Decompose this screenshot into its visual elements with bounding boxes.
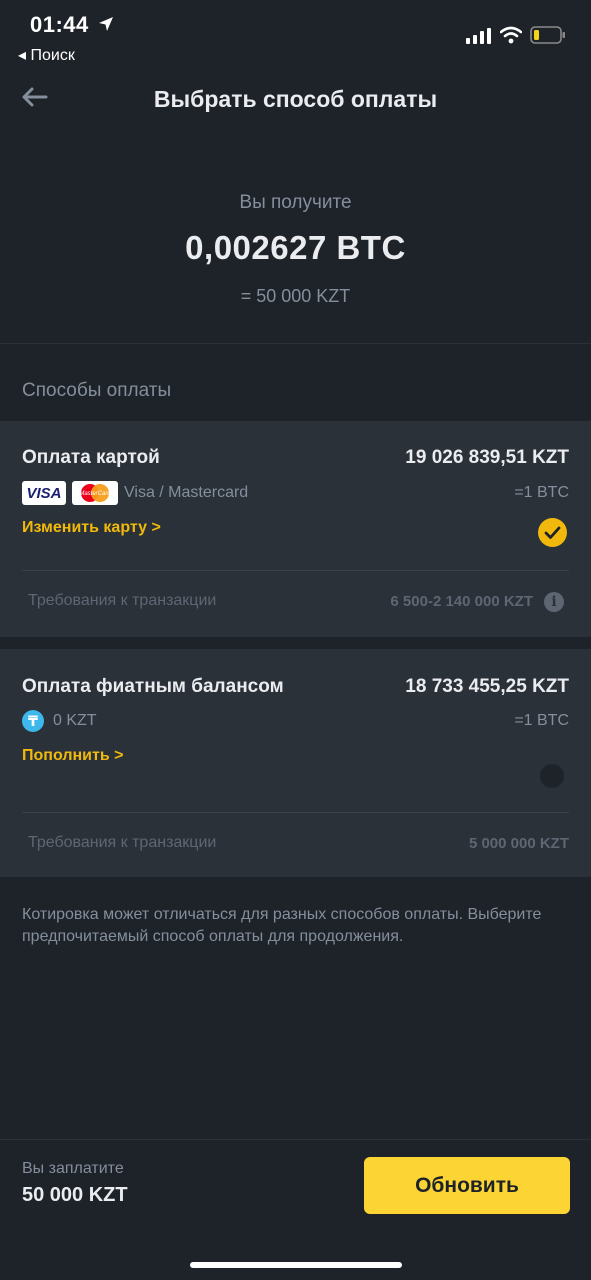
divider	[0, 1139, 591, 1140]
unselected-radio-icon[interactable]	[538, 762, 566, 790]
requirements-label: Требования к транзакции	[28, 834, 217, 851]
requirements-label: Требования к транзакции	[28, 592, 217, 609]
status-time: 01:44	[30, 12, 89, 37]
location-arrow-icon	[99, 17, 113, 31]
pay-label: Вы заплатите	[22, 1160, 124, 1177]
receive-amount: 0,002627 BTC	[185, 229, 406, 266]
visa-logo: VISA	[22, 481, 66, 505]
payment-methods-title: Способы оплаты	[22, 380, 172, 401]
divider	[22, 812, 569, 813]
requirements-value: 5 000 000 KZT	[468, 835, 569, 852]
home-indicator[interactable]	[190, 1262, 402, 1268]
divider	[0, 343, 591, 344]
mastercard-logo: MasterCard	[72, 481, 118, 505]
top-up-link[interactable]: Пополнить >	[22, 747, 123, 765]
battery-icon	[530, 26, 565, 44]
fiat-balance-value: 0 KZT	[53, 712, 97, 729]
payment-method-title: Оплата картой	[22, 447, 160, 468]
requirements-value: 6 500-2 140 000 KZT	[390, 593, 533, 610]
change-card-link[interactable]: Изменить карту >	[22, 519, 161, 537]
refresh-button[interactable]: Обновить	[364, 1157, 570, 1214]
tenge-icon: ₸	[22, 710, 44, 732]
mastercard-logo-text: MasterCard	[79, 491, 111, 497]
payment-method-price: 18 733 455,25 KZT	[405, 676, 569, 697]
wifi-icon	[500, 26, 522, 44]
selected-check-icon[interactable]	[538, 518, 567, 547]
visa-logo-text: VISA	[26, 485, 61, 502]
divider	[22, 570, 569, 571]
receive-label: Вы получите	[239, 192, 352, 213]
receive-fiat-equivalent: = 50 000 KZT	[240, 286, 351, 306]
card-separator	[0, 637, 591, 649]
page-title: Выбрать способ оплаты	[153, 86, 438, 112]
payment-method-title: Оплата фиатным балансом	[22, 676, 284, 697]
quote-note: Котировка может отличаться для разных сп…	[22, 906, 542, 945]
pay-amount: 50 000 KZT	[22, 1184, 128, 1206]
info-icon[interactable]: i	[544, 592, 564, 612]
payment-method-rate: =1 BTC	[514, 712, 569, 729]
cellular-signal-icon	[466, 28, 491, 44]
payment-method-subtitle: Visa / Mastercard	[124, 484, 249, 501]
payment-method-rate: =1 BTC	[514, 484, 569, 501]
back-to-search-link[interactable]: ◂ Поиск	[18, 45, 75, 65]
payment-method-price: 19 026 839,51 KZT	[405, 447, 569, 468]
